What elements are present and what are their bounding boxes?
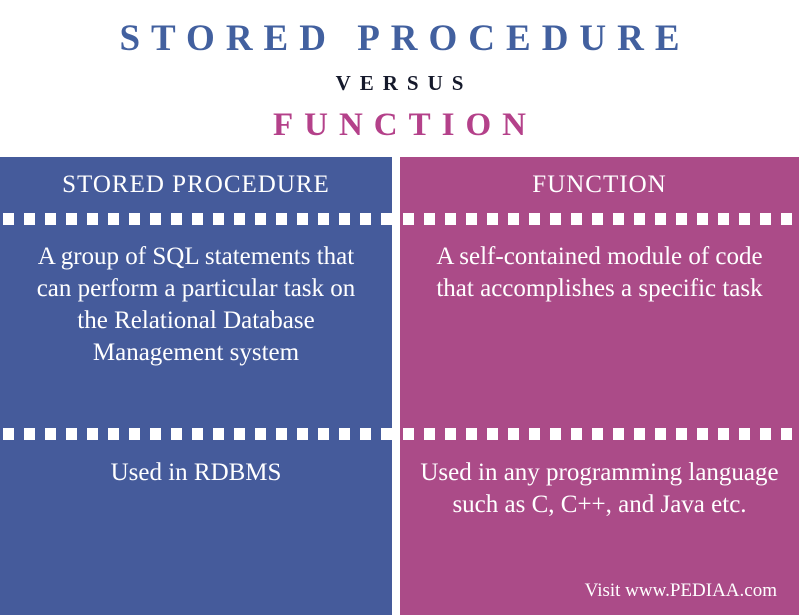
dashed-separator-icon [400, 428, 799, 440]
page-title-primary: STORED PROCEDURE [119, 18, 691, 59]
page-title-versus: VERSUS [335, 71, 473, 95]
comparison-column-stored-procedure: STORED PROCEDURE A group of SQL statemen… [0, 157, 392, 615]
footer-visit-text: Visit www.PEDIAA.com [584, 580, 777, 602]
cell-function-definition: A self-contained module of code that acc… [436, 243, 763, 302]
dashed-separator-icon [0, 428, 392, 440]
column-header-stored-procedure: STORED PROCEDURE [62, 171, 330, 198]
column-header-function: FUNCTION [532, 171, 667, 198]
dashed-separator-icon [0, 213, 392, 225]
comparison-columns: STORED PROCEDURE A group of SQL statemen… [0, 157, 799, 615]
page-title-secondary: FUNCTION [272, 107, 537, 143]
cell-stored-procedure-definition: A group of SQL statements that can perfo… [36, 243, 356, 366]
comparison-column-function: FUNCTION A self-contained module of code… [400, 157, 799, 615]
cell-function-usage: Used in any programming language such as… [420, 459, 779, 518]
cell-stored-procedure-usage: Used in RDBMS [110, 459, 282, 486]
title-block: STORED PROCEDURE VERSUS FUNCTION [0, 0, 799, 157]
comparison-infographic: STORED PROCEDURE VERSUS FUNCTION STORED … [0, 0, 799, 615]
dashed-separator-icon [400, 213, 799, 225]
